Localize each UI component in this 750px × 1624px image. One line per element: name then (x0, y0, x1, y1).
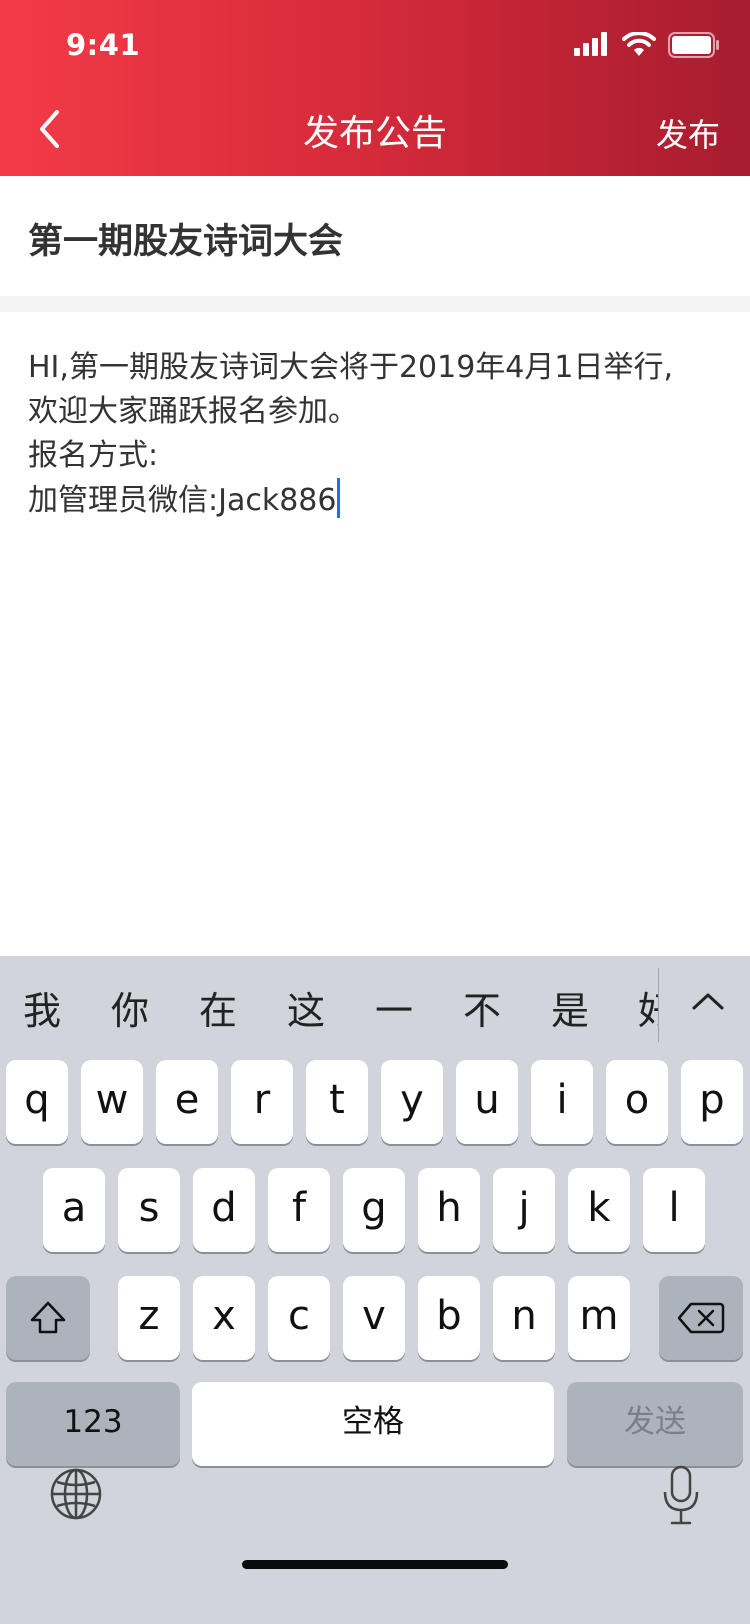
globe-key[interactable] (48, 1466, 104, 1522)
key-v[interactable]: v (343, 1276, 405, 1360)
key-x[interactable]: x (193, 1276, 255, 1360)
battery-icon (668, 32, 719, 58)
publish-button[interactable]: 发布 (656, 110, 720, 156)
content-textarea[interactable]: HI,第一期股友诗词大会将于2019年4月1日举行, 欢迎大家踊跃报名参加。 报… (28, 346, 722, 523)
key-h[interactable]: h (418, 1168, 480, 1252)
microphone-key[interactable] (662, 1464, 700, 1528)
key-k[interactable]: k (568, 1168, 630, 1252)
key-d[interactable]: d (193, 1168, 255, 1252)
key-z[interactable]: z (118, 1276, 180, 1360)
send-key[interactable]: 发送 (567, 1382, 743, 1466)
collapse-candidates-button[interactable] (688, 978, 728, 1028)
keyboard: 我 你 在 这 一 不 是 好 q w e r t y u i o p a s … (0, 956, 750, 1624)
candidate-word[interactable]: 在 (192, 980, 244, 1035)
candidate-word[interactable]: 我 (16, 980, 68, 1035)
key-w[interactable]: w (81, 1060, 143, 1144)
shift-arrow-icon (30, 1301, 66, 1334)
backspace-icon (677, 1302, 725, 1334)
signal-icon (574, 32, 607, 56)
backspace-key[interactable] (659, 1276, 743, 1360)
shift-key[interactable] (6, 1276, 90, 1360)
status-time: 9:41 (66, 28, 141, 62)
section-divider (0, 296, 750, 312)
candidate-word[interactable]: 不 (456, 980, 508, 1035)
candidate-word[interactable]: 你 (104, 980, 156, 1035)
candidate-word[interactable]: 是 (544, 980, 596, 1035)
home-indicator (242, 1560, 508, 1569)
candidate-bar: 我 你 在 这 一 不 是 好 (0, 956, 750, 1058)
candidate-separator (658, 968, 659, 1042)
key-b[interactable]: b (418, 1276, 480, 1360)
header-bar: 9:41 发布公告 发布 (0, 0, 750, 176)
candidate-word[interactable]: 这 (280, 980, 332, 1035)
content-line: 欢迎大家踊跃报名参加。 (28, 394, 358, 429)
text-caret (337, 478, 341, 518)
microphone-icon (663, 1465, 699, 1525)
content-line: 报名方式: (28, 438, 159, 473)
space-key[interactable]: 空格 (192, 1382, 554, 1466)
key-y[interactable]: y (381, 1060, 443, 1144)
globe-icon (50, 1468, 102, 1520)
key-i[interactable]: i (531, 1060, 593, 1144)
title-text: 第一期股友诗词大会 (28, 222, 344, 262)
key-r[interactable]: r (231, 1060, 293, 1144)
key-l[interactable]: l (643, 1168, 705, 1252)
key-n[interactable]: n (493, 1276, 555, 1360)
page-title: 发布公告 (302, 113, 447, 154)
numbers-key[interactable]: 123 (6, 1382, 180, 1466)
key-e[interactable]: e (156, 1060, 218, 1144)
wifi-icon (622, 32, 656, 56)
key-g[interactable]: g (343, 1168, 405, 1252)
key-t[interactable]: t (306, 1060, 368, 1144)
content-line: 加管理员微信:Jack886 (28, 483, 337, 518)
title-field[interactable]: 第一期股友诗词大会 (0, 176, 750, 296)
candidate-word[interactable]: 好 (638, 980, 658, 1035)
key-p[interactable]: p (681, 1060, 743, 1144)
key-a[interactable]: a (43, 1168, 105, 1252)
content-line: HI,第一期股友诗词大会将于2019年4月1日举行, (28, 350, 673, 385)
chevron-up-icon (692, 993, 724, 1010)
key-m[interactable]: m (568, 1276, 630, 1360)
candidate-word[interactable]: 一 (368, 980, 420, 1035)
key-j[interactable]: j (493, 1168, 555, 1252)
key-u[interactable]: u (456, 1060, 518, 1144)
key-q[interactable]: q (6, 1060, 68, 1144)
key-o[interactable]: o (606, 1060, 668, 1144)
key-f[interactable]: f (268, 1168, 330, 1252)
key-s[interactable]: s (118, 1168, 180, 1252)
key-c[interactable]: c (268, 1276, 330, 1360)
